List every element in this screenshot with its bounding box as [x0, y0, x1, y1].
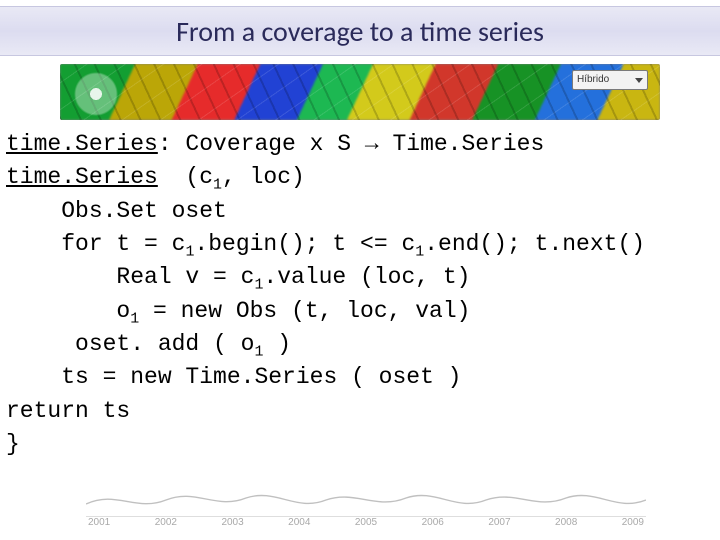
- code-text: }: [6, 431, 20, 457]
- slide-title: From a coverage to a time series: [176, 14, 544, 49]
- satellite-strip-image: [60, 64, 660, 120]
- code-fn-sig: time.Series: [6, 131, 158, 157]
- code-text: return ts: [6, 398, 130, 424]
- map-layer-dropdown[interactable]: Híbrido: [572, 70, 648, 90]
- year-label: 2006: [422, 517, 444, 528]
- code-text: Real v = c: [6, 264, 254, 290]
- year-label: 2001: [88, 517, 110, 528]
- year-label: 2007: [488, 517, 510, 528]
- code-text: ): [263, 331, 291, 357]
- timeline-wave-icon: [86, 486, 646, 514]
- code-text: , loc): [222, 164, 305, 190]
- code-text: .value (loc, t): [263, 264, 470, 290]
- code-sub: 1: [213, 178, 222, 194]
- year-label: 2002: [155, 517, 177, 528]
- code-sub: 1: [415, 245, 424, 261]
- pseudocode-block: time.Series: Coverage x S → Time.Series …: [6, 128, 680, 461]
- timeline-chart: 2001 2002 2003 2004 2005 2006 2007 2008 …: [86, 484, 646, 528]
- map-nav-compass-icon: [74, 72, 118, 116]
- code-text: = new Obs (t, loc, val): [139, 298, 470, 324]
- timeline-years: 2001 2002 2003 2004 2005 2006 2007 2008 …: [86, 516, 646, 528]
- code-text: oset. add ( o: [6, 331, 254, 357]
- year-label: 2005: [355, 517, 377, 528]
- code-fn-name: time.Series: [6, 164, 158, 190]
- year-label: 2004: [288, 517, 310, 528]
- title-bar: From a coverage to a time series: [0, 6, 720, 56]
- code-text: Obs.Set oset: [6, 198, 227, 224]
- code-text: .begin(); t <= c: [194, 231, 415, 257]
- code-text: for t = c: [6, 231, 185, 257]
- code-text: o: [6, 298, 130, 324]
- code-text: : Coverage x S → Time.Series: [158, 131, 544, 157]
- code-text: .end(); t.next(): [424, 231, 645, 257]
- code-sub: 1: [130, 311, 139, 327]
- chevron-down-icon: [635, 78, 643, 83]
- code-text: ts = new Time.Series ( oset ): [6, 364, 461, 390]
- code-text: (c: [158, 164, 213, 190]
- year-label: 2003: [221, 517, 243, 528]
- year-label: 2008: [555, 517, 577, 528]
- map-layer-label: Híbrido: [577, 71, 609, 89]
- year-label: 2009: [622, 517, 644, 528]
- slide: From a coverage to a time series Híbrido…: [0, 0, 720, 540]
